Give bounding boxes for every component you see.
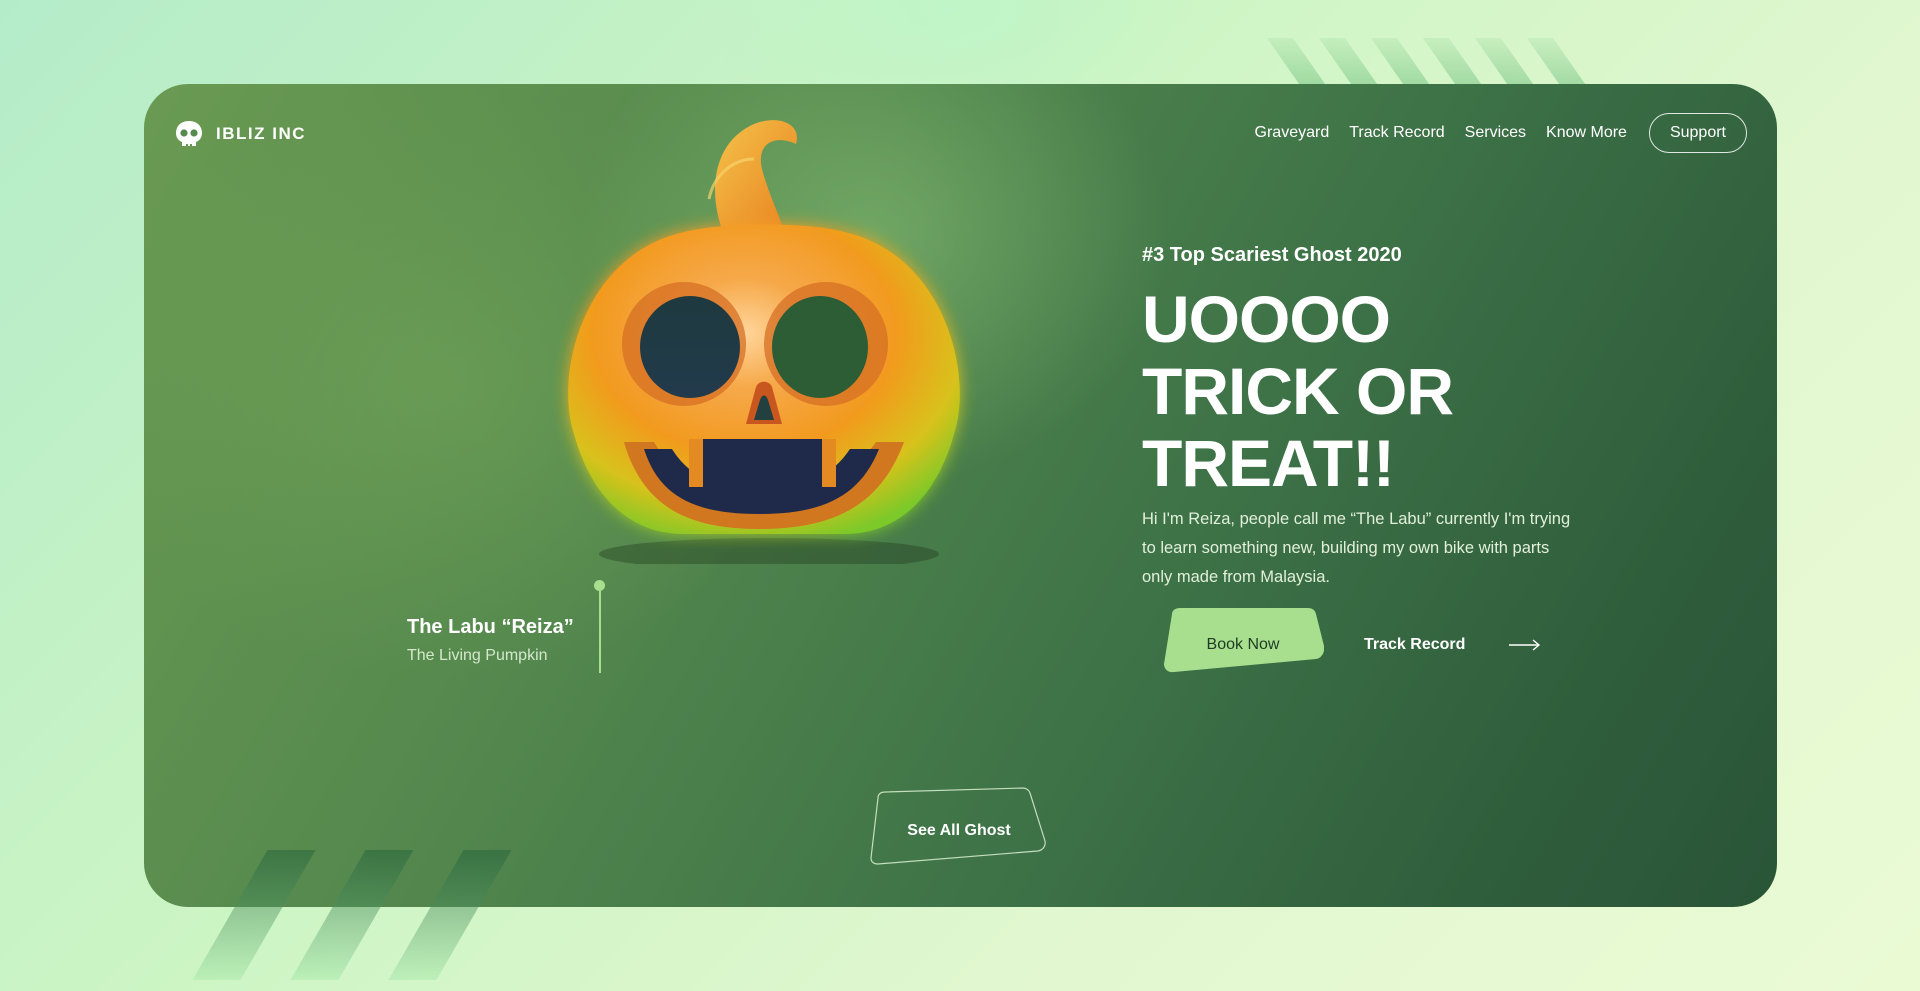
headline-line-2: TRICK OR xyxy=(1142,354,1454,428)
support-button[interactable]: Support xyxy=(1648,113,1747,153)
hero-description: Hi I'm Reiza, people call me “The Labu” … xyxy=(1142,510,1571,586)
character-name: The Labu “Reiza” xyxy=(407,616,574,638)
headline-line-3: TREAT!! xyxy=(1142,426,1395,500)
arrow-right-icon xyxy=(1509,639,1541,651)
book-now-button[interactable]: Book Now xyxy=(1162,606,1324,684)
hero-headline: UOOOO TRICK OR TREAT!! xyxy=(1142,283,1602,499)
nav-link-services[interactable]: Services xyxy=(1465,124,1526,142)
pin-line xyxy=(599,591,601,673)
see-all-ghost-button[interactable]: See All Ghost xyxy=(868,786,1050,876)
nav-link-graveyard[interactable]: Graveyard xyxy=(1255,124,1330,142)
pin-dot xyxy=(594,580,605,591)
track-record-label: Track Record xyxy=(1364,636,1466,653)
hero-card: IBLIZ INC Graveyard Track Record Service… xyxy=(144,84,1777,907)
character-caption: The Labu “Reiza” The Living Pumpkin xyxy=(407,616,574,665)
nav-link-track-record[interactable]: Track Record xyxy=(1349,124,1444,142)
main-nav: Graveyard Track Record Services Know Mor… xyxy=(1255,113,1747,153)
character-subtitle: The Living Pumpkin xyxy=(407,647,548,664)
headline-line-1: UOOOO xyxy=(1142,282,1391,356)
decorative-stripes-bottom xyxy=(192,850,520,990)
hero-eyebrow: #3 Top Scariest Ghost 2020 xyxy=(1142,244,1402,266)
book-now-label: Book Now xyxy=(1206,636,1280,653)
see-all-ghost-label: See All Ghost xyxy=(907,822,1011,839)
hero-text: #3 Top Scariest Ghost 2020 UOOOO TRICK O… xyxy=(1142,244,1602,592)
nav-link-know-more[interactable]: Know More xyxy=(1546,124,1627,142)
hero-cta-group: Book Now Track Record xyxy=(1162,606,1541,684)
track-record-link[interactable]: Track Record xyxy=(1364,636,1541,654)
pumpkin-illustration xyxy=(568,120,960,564)
brand-logo[interactable]: IBLIZ INC xyxy=(174,119,306,149)
skull-icon xyxy=(176,121,202,146)
brand-name: IBLIZ INC xyxy=(216,124,306,143)
